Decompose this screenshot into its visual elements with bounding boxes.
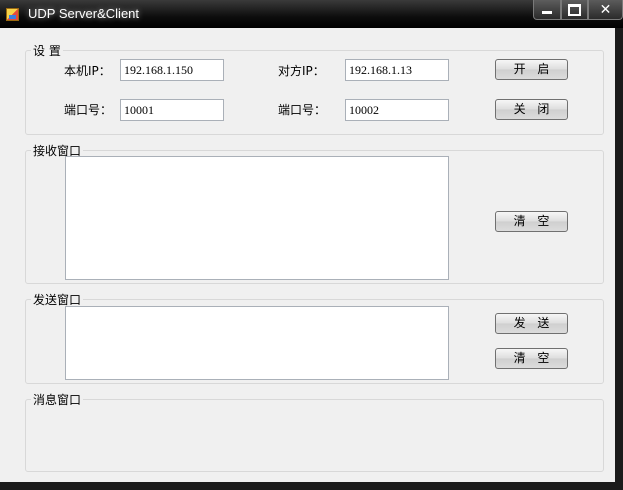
message-group-title: 消息窗口 [31,391,84,408]
minimize-icon [542,11,552,14]
maximize-button[interactable] [561,0,588,20]
window-title: UDP Server&Client [28,6,140,21]
close-button[interactable]: ✕ [588,0,623,20]
remote-ip-input[interactable]: 192.168.1.13 [345,59,449,81]
window-frame-right [615,28,623,490]
local-port-label: 端口号： [64,103,113,117]
close-icon: ✕ [599,1,612,18]
maximize-icon [568,3,581,16]
close-connection-button[interactable]: 关 闭 [495,99,568,120]
remote-port-label: 端口号： [278,103,327,117]
window-frame-bottom [0,482,623,490]
minimize-button[interactable] [533,0,561,20]
send-textarea[interactable] [65,306,449,380]
open-button[interactable]: 开 启 [495,59,568,80]
window-client-area: 设 置 本机IP： 192.168.1.150 对方IP： 192.168.1.… [0,28,615,482]
local-port-input[interactable]: 10001 [120,99,224,121]
send-button[interactable]: 发 送 [495,313,568,334]
local-ip-input[interactable]: 192.168.1.150 [120,59,224,81]
title-bar: UDP Server&Client ✕ [0,0,623,28]
settings-group-title: 设 置 [31,42,63,59]
message-group: 消息窗口 [25,391,604,472]
local-ip-label: 本机IP： [64,64,111,78]
remote-ip-label: 对方IP： [278,64,325,78]
receive-textarea[interactable] [65,156,449,280]
remote-port-input[interactable]: 10002 [345,99,449,121]
send-clear-button[interactable]: 清 空 [495,348,568,369]
receive-clear-button[interactable]: 清 空 [495,211,568,232]
app-icon [6,8,19,21]
